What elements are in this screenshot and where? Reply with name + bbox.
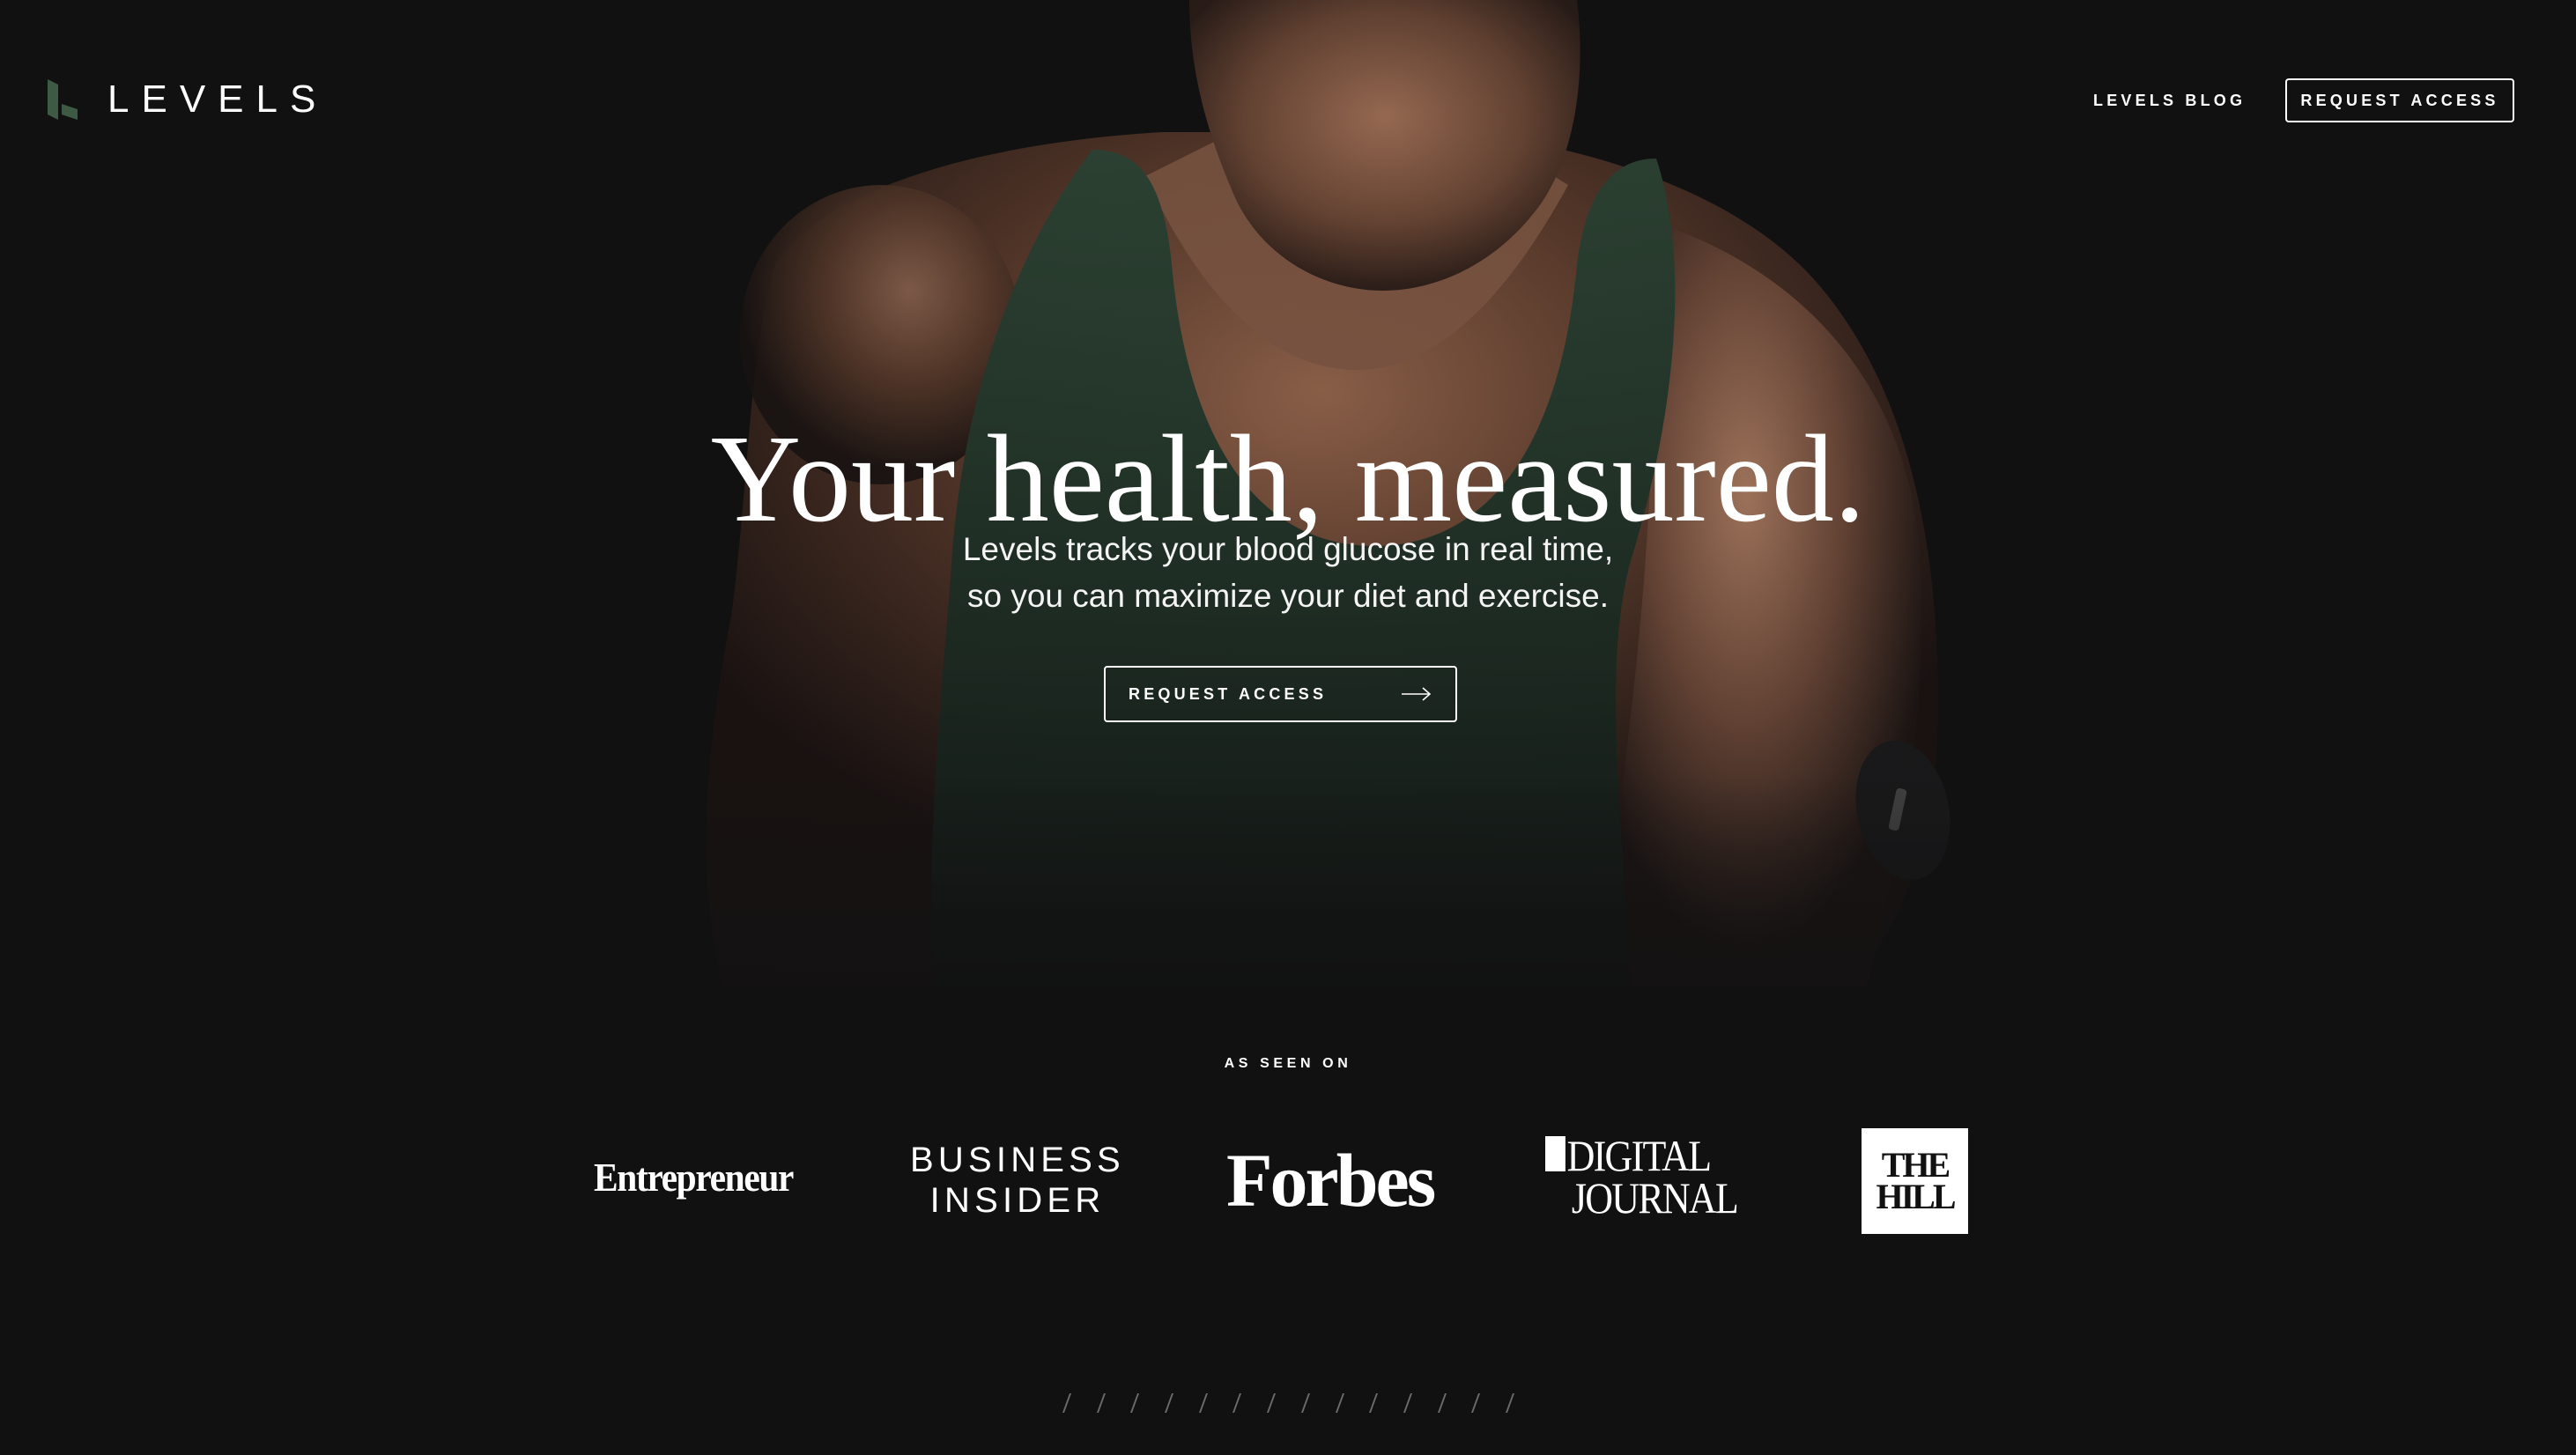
levels-logo[interactable]: LEVELS [48, 78, 328, 122]
press-logos: Entrepreneur BUSINESS INSIDER Forbes DIG… [0, 1119, 2576, 1242]
levels-logo-mark-icon [48, 79, 78, 120]
scroll-tick [1130, 1393, 1140, 1413]
scroll-tick [1198, 1393, 1208, 1413]
scroll-tick [1369, 1393, 1379, 1413]
hero-cta-label: REQUEST ACCESS [1129, 684, 1328, 703]
business-insider-line-2: INSIDER [929, 1181, 1106, 1220]
logo-text: LEVELS [107, 78, 329, 121]
business-insider-logo[interactable]: BUSINESS INSIDER [907, 1140, 1128, 1221]
hero-subtitle-line-1: Levels tracks your blood glucose in real… [962, 531, 1614, 567]
scroll-tick [1165, 1393, 1174, 1413]
digital-journal-square-icon [1545, 1136, 1566, 1171]
the-hill-logo[interactable]: THE HILL [1862, 1128, 1968, 1234]
digital-journal-row-1: DIGITAL [1545, 1131, 1737, 1180]
digital-journal-line-1: DIGITAL [1566, 1131, 1712, 1180]
hero-request-access-button[interactable]: REQUEST ACCESS [1104, 666, 1457, 722]
scroll-indicator [1062, 1390, 1514, 1416]
hero-subtitle-line-2: so you can maximize your diet and exerci… [966, 578, 1609, 614]
landing-page: LEVELS LEVELS BLOG REQUEST ACCESS Your h… [0, 0, 2576, 1455]
scroll-tick [1403, 1393, 1412, 1413]
nav-levels-blog-link[interactable]: LEVELS BLOG [2093, 92, 2246, 110]
scroll-tick [1335, 1393, 1344, 1413]
scroll-tick [1471, 1393, 1481, 1413]
nav-request-access-button[interactable]: REQUEST ACCESS [2285, 78, 2514, 122]
arrow-right-icon [1402, 687, 1432, 701]
scroll-tick [1437, 1393, 1447, 1413]
as-seen-on-label: AS SEEN ON [1224, 1056, 1352, 1071]
the-hill-line-2: HILL [1876, 1177, 1956, 1216]
hero-subtitle: Levels tracks your blood glucose in real… [848, 526, 1728, 619]
digital-journal-line-2: JOURNAL [1571, 1173, 1739, 1222]
scroll-tick [1300, 1393, 1310, 1413]
scroll-tick [1096, 1393, 1106, 1413]
scroll-tick [1232, 1393, 1242, 1413]
entrepreneur-logo[interactable]: Entrepreneur [594, 1154, 794, 1200]
site-header: LEVELS LEVELS BLOG REQUEST ACCESS [0, 0, 2576, 203]
scroll-tick [1267, 1393, 1277, 1413]
business-insider-line-1: BUSINESS [910, 1141, 1125, 1179]
forbes-logo[interactable]: Forbes [1226, 1138, 1436, 1222]
digital-journal-logo[interactable]: DIGITAL JOURNAL [1545, 1131, 1739, 1222]
